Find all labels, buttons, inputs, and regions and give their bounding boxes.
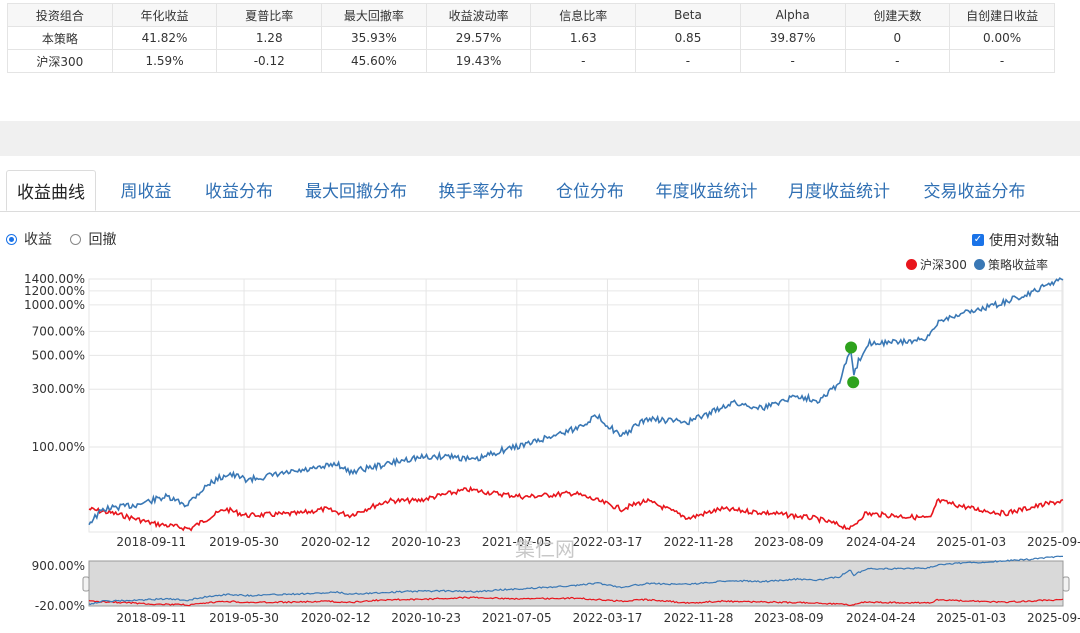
navigator-y-label: -20.00% [35,599,85,613]
y-tick-label: 100.00% [32,440,85,454]
x-tick-label: 2022-03-17 [573,535,643,549]
navigator-x-tick-label: 2019-05-30 [209,611,279,625]
x-tick-label: 2023-08-09 [754,535,824,549]
y-tick-label: 700.00% [32,324,85,338]
navigator-x-tick-label: 2020-02-12 [301,611,371,625]
navigator-right-handle [1062,576,1070,592]
navigator-left-handle [82,576,90,592]
y-tick-label: 500.00% [32,348,85,362]
x-tick-label: 2018-09-11 [116,535,186,549]
x-tick-label: 2020-02-12 [301,535,371,549]
x-tick-label: 2024-04-24 [846,535,916,549]
x-tick-label: 2020-10-23 [391,535,461,549]
navigator-x-tick-label: 2024-04-24 [846,611,916,625]
navigator-x-tick-label: 2022-11-28 [664,611,734,625]
drawdown-marker [847,376,860,389]
benchmark-line [88,485,1064,532]
x-tick-label: 2025-01-03 [936,535,1006,549]
y-tick-label: 1200.00% [24,284,85,298]
y-tick-label: 1000.00% [24,298,85,312]
navigator-x-tick-label: 2023-08-09 [754,611,824,625]
navigator-x-tick-label: 2025-01-03 [936,611,1006,625]
navigator-x-tick-label: 2020-10-23 [391,611,461,625]
watermark-text: 集仁网 [515,537,575,561]
x-tick-label: 2019-05-30 [209,535,279,549]
navigator-y-label: 900.00% [32,559,85,573]
return-chart: 1400.00%1200.00%1000.00%700.00%500.00%30… [24,272,1080,625]
navigator-x-tick-label: 2021-07-05 [482,611,552,625]
navigator-x-tick-label: 2022-03-17 [573,611,643,625]
navigator-x-tick-label: 2025-09-15 [1027,611,1080,625]
strategy-line [88,277,1064,526]
x-tick-label: 2025-09-15 [1027,535,1080,549]
y-tick-label: 300.00% [32,382,85,396]
drawdown-marker [845,341,858,354]
navigator-x-tick-label: 2018-09-11 [116,611,186,625]
x-tick-label: 2022-11-28 [664,535,734,549]
